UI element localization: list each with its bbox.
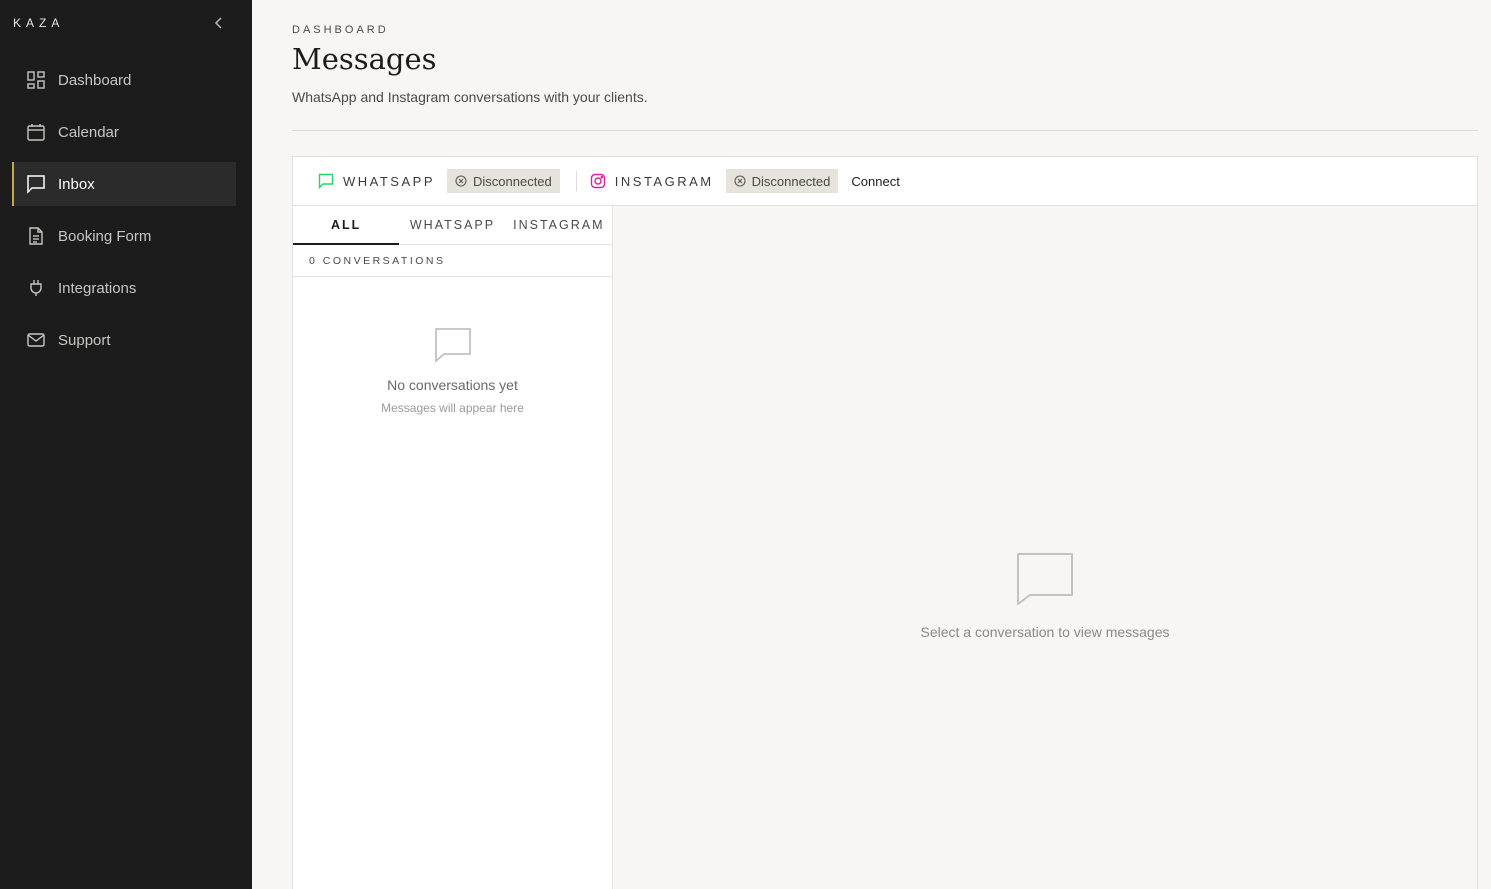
calendar-icon xyxy=(26,122,46,142)
message-icon xyxy=(26,174,46,194)
separator xyxy=(575,171,577,191)
brand-logo: KAZA xyxy=(13,16,65,30)
chat-bubble-icon xyxy=(613,552,1477,606)
sidebar-item-booking-form[interactable]: Booking Form xyxy=(12,214,236,258)
empty-detail-text: Select a conversation to view messages xyxy=(920,624,1170,640)
channel-status-bar: WHATSAPP Disconnected INSTAGRAM Disconne… xyxy=(293,157,1477,206)
divider xyxy=(292,130,1478,131)
messages-panel: WHATSAPP Disconnected INSTAGRAM Disconne… xyxy=(292,156,1478,889)
mail-icon xyxy=(26,330,46,350)
sidebar-item-dashboard[interactable]: Dashboard xyxy=(12,58,236,102)
sidebar-item-label: Booking Form xyxy=(58,227,152,245)
tab-all[interactable]: ALL xyxy=(293,206,400,245)
connect-instagram-button[interactable]: Connect xyxy=(851,174,899,189)
whatsapp-status-badge: Disconnected xyxy=(447,169,560,193)
empty-detail: Select a conversation to view messages xyxy=(613,552,1477,640)
instagram-channel: INSTAGRAM xyxy=(589,172,714,190)
sidebar-item-inbox[interactable]: Inbox xyxy=(12,162,236,206)
instagram-label: INSTAGRAM xyxy=(614,173,714,189)
sidebar-item-label: Dashboard xyxy=(58,71,132,89)
conversation-count: 0 CONVERSATIONS xyxy=(293,245,612,277)
empty-subtitle: Messages will appear here xyxy=(381,401,524,415)
chevron-left-icon xyxy=(214,17,222,29)
plug-icon xyxy=(26,278,46,298)
chat-bubble-icon xyxy=(293,327,612,363)
main-content: DASHBOARD Messages WhatsApp and Instagra… xyxy=(252,0,1491,889)
page-title: Messages xyxy=(292,42,437,76)
empty-conversation-list: No conversations yet Messages will appea… xyxy=(293,277,612,415)
instagram-status-badge: Disconnected xyxy=(725,169,839,193)
sidebar-item-label: Integrations xyxy=(58,279,137,297)
sidebar-nav: Dashboard Calendar Inbox Booking Form In… xyxy=(12,58,236,370)
status-text: Disconnected xyxy=(473,173,552,189)
sidebar-item-calendar[interactable]: Calendar xyxy=(12,110,236,154)
grid-icon xyxy=(26,70,46,90)
breadcrumb: DASHBOARD xyxy=(292,24,389,36)
sidebar-item-label: Support xyxy=(58,331,111,349)
whatsapp-label: WHATSAPP xyxy=(343,173,435,189)
page-subtitle: WhatsApp and Instagram conversations wit… xyxy=(292,89,648,105)
whatsapp-icon xyxy=(317,172,335,190)
sidebar-item-integrations[interactable]: Integrations xyxy=(12,266,236,310)
conversation-list-pane: ALL WHATSAPP INSTAGRAM 0 CONVERSATIONS N… xyxy=(293,206,613,889)
whatsapp-channel: WHATSAPP xyxy=(317,172,435,190)
sidebar: KAZA Dashboard Calendar Inbox Booking Fo… xyxy=(0,0,252,889)
filter-tabs: ALL WHATSAPP INSTAGRAM xyxy=(293,206,612,245)
x-circle-icon xyxy=(734,175,746,187)
collapse-sidebar-button[interactable] xyxy=(210,14,228,32)
status-text: Disconnected xyxy=(751,173,831,189)
x-circle-icon xyxy=(455,175,467,187)
inbox-body: ALL WHATSAPP INSTAGRAM 0 CONVERSATIONS N… xyxy=(293,206,1477,889)
document-icon xyxy=(26,226,46,246)
sidebar-item-label: Inbox xyxy=(58,175,95,193)
conversation-detail-pane: Select a conversation to view messages xyxy=(613,206,1477,889)
instagram-icon xyxy=(589,172,607,190)
empty-title: No conversations yet xyxy=(387,377,518,393)
tab-instagram[interactable]: INSTAGRAM xyxy=(506,206,612,244)
sidebar-item-label: Calendar xyxy=(58,123,119,141)
sidebar-item-support[interactable]: Support xyxy=(12,318,236,362)
app-root: KAZA Dashboard Calendar Inbox Booking Fo… xyxy=(0,0,1491,889)
tab-whatsapp[interactable]: WHATSAPP xyxy=(399,206,505,244)
